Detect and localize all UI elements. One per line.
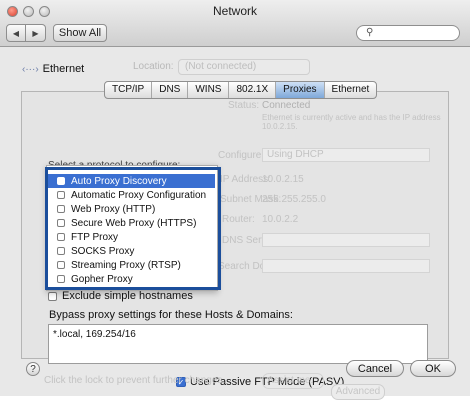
ok-button[interactable]: OK — [410, 360, 456, 377]
tab-wins[interactable]: WINS — [187, 82, 228, 98]
router-label: Router: — [222, 214, 255, 225]
search-domains-field[interactable] — [262, 259, 430, 273]
tab-proxies[interactable]: Proxies — [275, 82, 324, 98]
protocol-item-secure-web-proxy[interactable]: Secure Web Proxy (HTTPS) — [47, 216, 215, 230]
protocol-item-streaming-proxy[interactable]: Streaming Proxy (RTSP) — [47, 258, 215, 272]
protocol-label: Auto Proxy Discovery — [71, 175, 167, 187]
protocol-label: Streaming Proxy (RTSP) — [71, 259, 181, 271]
protocol-item-auto-proxy-discovery[interactable]: Auto Proxy Discovery — [47, 174, 215, 188]
router-value: 10.0.2.2 — [262, 214, 299, 225]
search-input[interactable]: ⚲ — [356, 25, 460, 41]
exclude-checkbox[interactable] — [48, 291, 57, 301]
titlebar: Network ◀ ▶ Show All ⚲ — [0, 0, 470, 47]
checkbox[interactable] — [57, 233, 65, 241]
protocol-item-automatic-proxy-configuration[interactable]: Automatic Proxy Configuration — [47, 188, 215, 202]
back-button[interactable]: ◀ — [6, 24, 26, 42]
preferences-content: ‹···› Ethernet Location: (Not connected)… — [0, 47, 470, 400]
tab-ethernet[interactable]: Ethernet — [323, 82, 377, 98]
tab-dns[interactable]: DNS — [151, 82, 187, 98]
protocol-label: FTP Proxy — [71, 231, 119, 243]
configure-select[interactable]: Using DHCP — [262, 148, 430, 162]
protocol-label: Gopher Proxy — [71, 273, 133, 285]
checkbox[interactable] — [57, 177, 65, 185]
advanced-button[interactable]: Advanced — [331, 384, 385, 400]
protocol-label: Automatic Proxy Configuration — [71, 189, 207, 201]
exclude-label: Exclude simple hostnames — [62, 290, 193, 302]
status-description: Ethernet is currently active and has the… — [262, 113, 441, 131]
checkbox[interactable] — [57, 191, 65, 199]
protocol-item-ftp-proxy[interactable]: FTP Proxy — [47, 230, 215, 244]
status-value: Connected — [262, 100, 311, 111]
search-icon: ⚲ — [366, 27, 374, 38]
protocol-list: Auto Proxy Discovery Automatic Proxy Con… — [46, 165, 218, 291]
bypass-hosts-textarea[interactable]: *.local, 169.254/16 — [48, 324, 428, 364]
location-select[interactable]: (Not connected) — [178, 59, 310, 75]
tab-8021x[interactable]: 802.1X — [228, 82, 275, 98]
lock-message: Click the lock to prevent further change… — [44, 375, 226, 386]
checkbox[interactable] — [57, 261, 65, 269]
window-title: Network — [212, 4, 257, 18]
status-label: Status: — [228, 100, 260, 111]
back-arrow-icon: ◀ — [12, 28, 20, 38]
bypass-label: Bypass proxy settings for these Hosts & … — [49, 309, 293, 321]
checkbox[interactable] — [57, 275, 65, 283]
protocol-label: Secure Web Proxy (HTTPS) — [71, 217, 197, 229]
ethernet-icon: ‹···› — [22, 63, 39, 75]
protocol-item-web-proxy[interactable]: Web Proxy (HTTP) — [47, 202, 215, 216]
interface-name: Ethernet — [42, 63, 85, 75]
checkbox[interactable] — [57, 247, 65, 255]
dns-server-field[interactable] — [262, 233, 430, 247]
forward-button[interactable]: ▶ — [26, 24, 46, 42]
protocol-item-gopher-proxy[interactable]: Gopher Proxy — [47, 272, 215, 286]
exclude-simple-hostnames[interactable]: Exclude simple hostnames — [48, 290, 193, 302]
forward-arrow-icon: ▶ — [32, 28, 39, 38]
checkbox[interactable] — [57, 219, 65, 227]
help-button[interactable]: ? — [26, 362, 40, 376]
tab-tcpip[interactable]: TCP/IP — [105, 82, 151, 98]
settings-tabs: TCP/IP DNS WINS 802.1X Proxies Ethernet — [104, 81, 378, 99]
nav-buttons: ◀ ▶ — [6, 24, 46, 42]
network-preferences-window: Network ◀ ▶ Show All ⚲ ‹···› Ethernet Lo… — [0, 0, 470, 400]
subnet-value: 255.255.255.0 — [262, 194, 326, 205]
protocol-label: SOCKS Proxy — [71, 245, 135, 257]
show-all-button[interactable]: Show All — [53, 24, 107, 42]
checkbox[interactable] — [57, 205, 65, 213]
protocol-item-socks-proxy[interactable]: SOCKS Proxy — [47, 244, 215, 258]
location-label: Location: — [133, 61, 174, 72]
protocol-label: Web Proxy (HTTP) — [71, 203, 156, 215]
interface-header: ‹···› Ethernet — [22, 63, 84, 75]
ip-address-value: 10.0.2.15 — [262, 174, 304, 185]
assist-me-button[interactable]: Assist me... — [262, 373, 324, 389]
cancel-button[interactable]: Cancel — [346, 360, 404, 377]
